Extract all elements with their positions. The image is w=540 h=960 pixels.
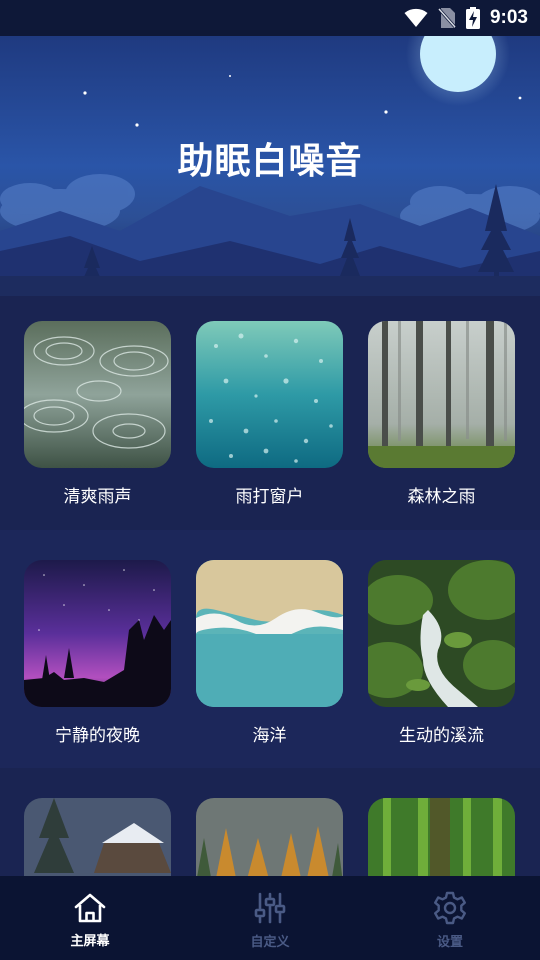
sound-label: 海洋 bbox=[252, 726, 287, 746]
bottom-navigation: 主屏幕 自定义 设置 bbox=[0, 876, 540, 960]
rain-ripples-thumbnail bbox=[24, 321, 171, 468]
header-banner: 助眠白噪音 bbox=[0, 36, 540, 296]
status-time: 9:03 bbox=[489, 7, 528, 28]
sound-card-ocean[interactable]: 海洋 bbox=[196, 560, 343, 746]
sound-label: 清爽雨声 bbox=[63, 487, 132, 507]
sound-label: 宁静的夜晚 bbox=[55, 726, 140, 746]
sound-card-rain[interactable]: 清爽雨声 bbox=[24, 321, 171, 507]
sound-label: 雨打窗户 bbox=[235, 487, 304, 507]
sound-card-forest-rain[interactable]: 森林之雨 bbox=[368, 321, 515, 507]
forest-stream-thumbnail bbox=[368, 560, 515, 707]
ocean-beach-thumbnail bbox=[196, 560, 343, 707]
page-title: 助眠白噪音 bbox=[177, 141, 363, 182]
sound-card-stream[interactable]: 生动的溪流 bbox=[368, 560, 515, 746]
nav-settings[interactable]: 设置 bbox=[360, 876, 540, 960]
no-sim-icon bbox=[437, 8, 456, 28]
sound-card-night[interactable]: 宁静的夜晚 bbox=[24, 560, 171, 746]
sound-row-3 bbox=[0, 768, 540, 945]
starry-night-thumbnail bbox=[24, 560, 171, 707]
home-icon bbox=[74, 893, 106, 922]
nav-customize[interactable]: 自定义 bbox=[180, 876, 360, 960]
nav-customize-label: 自定义 bbox=[250, 934, 290, 950]
nav-home-label: 主屏幕 bbox=[70, 933, 110, 949]
nav-settings-label: 设置 bbox=[436, 934, 463, 950]
wifi-icon bbox=[404, 8, 428, 27]
status-bar: 9:03 bbox=[0, 0, 540, 36]
sound-row-1: 清爽雨声 雨打窗户 森林之雨 bbox=[0, 296, 540, 530]
sound-label: 森林之雨 bbox=[407, 487, 476, 507]
sound-row-2: 宁静的夜晚 海洋 生动的溪流 bbox=[0, 530, 540, 768]
rain-on-window-thumbnail bbox=[196, 321, 343, 468]
sound-card-window-rain[interactable]: 雨打窗户 bbox=[196, 321, 343, 507]
gear-icon bbox=[434, 891, 466, 924]
nav-home[interactable]: 主屏幕 bbox=[0, 876, 180, 960]
battery-charging-icon bbox=[465, 7, 480, 29]
misty-forest-thumbnail bbox=[368, 321, 515, 468]
sound-label: 生动的溪流 bbox=[399, 726, 484, 746]
equalizer-icon bbox=[254, 892, 286, 923]
